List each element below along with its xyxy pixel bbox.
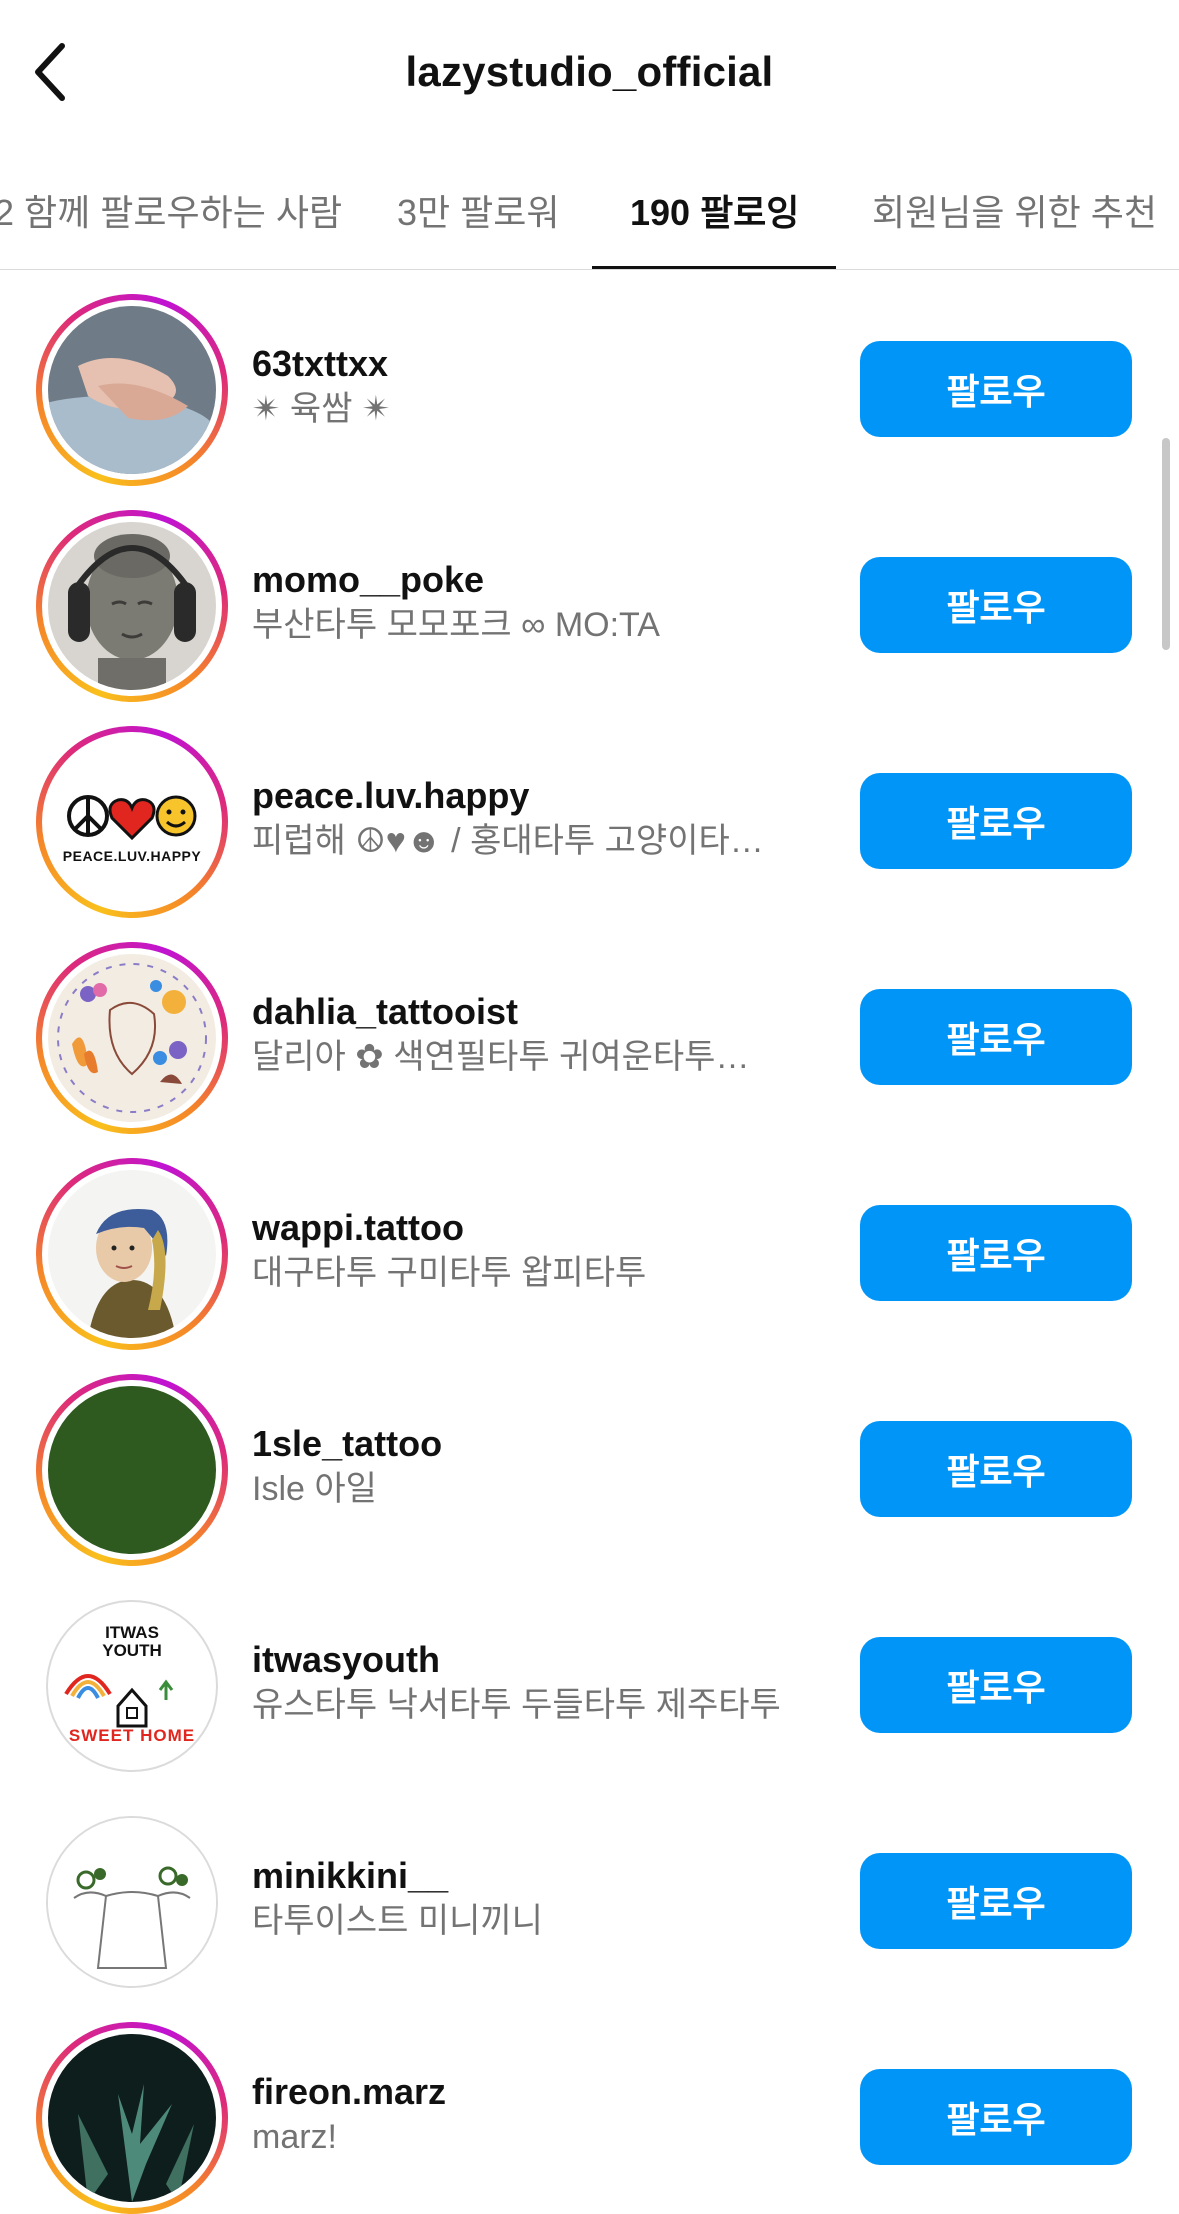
list-item[interactable]: ITWAS YOUTH SWEET HOME itwasyouth 유스타투 낙… (0, 1566, 1179, 1782)
account-subtitle: Isle 아일 (252, 1470, 377, 1508)
account-subtitle: 부산타투 모모포크 ∞ MO:TA (252, 606, 660, 644)
follow-button[interactable]: 팔로우 (860, 1853, 1132, 1949)
username[interactable]: itwasyouth (252, 1638, 812, 1682)
account-subtitle: 타투이스트 미니끼니 (252, 1902, 543, 1940)
avatar-story-ring[interactable] (36, 510, 228, 702)
username[interactable]: 1sle_tattoo (252, 1422, 812, 1466)
follow-button[interactable]: 팔로우 (860, 773, 1132, 869)
avatar-border[interactable] (46, 1816, 218, 1988)
account-subtitle: marz! (252, 2118, 337, 2156)
account-subtitle: 대구타투 구미타투 왑피타투 (252, 1254, 647, 1292)
page-title: lazystudio_official (405, 48, 774, 95)
avatar (48, 306, 216, 474)
username[interactable]: minikkini__ (252, 1854, 812, 1898)
avatar: ITWAS YOUTH SWEET HOME (48, 1602, 216, 1770)
list-item[interactable]: PEACE.LUV.HAPPY peace.luv.happy 피럽해 ☮♥☻ … (0, 702, 1179, 918)
tab-following[interactable]: 190 팔로잉 (630, 150, 799, 270)
account-subtitle: ✴ 육쌈 ✴ (252, 390, 391, 428)
avatar-logo-text: PEACE.LUV.HAPPY (62, 848, 202, 864)
header: lazystudio_official (0, 0, 1179, 150)
list-item[interactable]: wappi.tattoo 대구타투 구미타투 왑피타투 팔로우 (0, 1134, 1179, 1350)
avatar: PEACE.LUV.HAPPY (48, 738, 216, 906)
follow-button[interactable]: 팔로우 (860, 989, 1132, 1085)
list-item[interactable]: minikkini__ 타투이스트 미니끼니 팔로우 (0, 1782, 1179, 1998)
following-list: 63txttxx ✴ 육쌈 ✴ 팔로우 momo__poke 부산타투 모모포크… (0, 270, 1179, 2214)
follow-button[interactable]: 팔로우 (860, 341, 1132, 437)
list-item[interactable]: 1sle_tattoo Isle 아일 팔로우 (0, 1350, 1179, 1566)
username[interactable]: fireon.marz (252, 2070, 812, 2114)
avatar-story-ring[interactable] (36, 294, 228, 486)
tab-mutual-followers[interactable]: 2 함께 팔로우하는 사람 (0, 150, 342, 270)
account-subtitle: 피럽해 ☮♥☻ / 홍대타투 고양이타… (252, 822, 764, 860)
tab-suggested[interactable]: 회원님을 위한 추천 (872, 150, 1157, 270)
avatar-story-ring[interactable] (36, 2022, 228, 2214)
tab-followers[interactable]: 3만 팔로워 (397, 150, 560, 270)
account-subtitle: 유스타투 낙서타투 두들타투 제주타투 (252, 1686, 781, 1724)
username[interactable]: momo__poke (252, 558, 812, 602)
follow-button[interactable]: 팔로우 (860, 1205, 1132, 1301)
avatar (48, 2034, 216, 2202)
avatar (48, 522, 216, 690)
username[interactable]: dahlia_tattooist (252, 990, 812, 1034)
avatar (48, 954, 216, 1122)
avatar (48, 1818, 216, 1986)
list-item[interactable]: 63txttxx ✴ 육쌈 ✴ 팔로우 (0, 270, 1179, 486)
list-item[interactable]: momo__poke 부산타투 모모포크 ∞ MO:TA 팔로우 (0, 486, 1179, 702)
follow-button[interactable]: 팔로우 (860, 2069, 1132, 2165)
avatar-logo-text-bottom: SWEET HOME (68, 1726, 196, 1745)
avatar-border[interactable]: ITWAS YOUTH SWEET HOME (46, 1600, 218, 1772)
avatar-story-ring[interactable] (36, 1374, 228, 1566)
avatar-story-ring[interactable] (36, 942, 228, 1134)
tab-bar: 2 함께 팔로우하는 사람 3만 팔로워 190 팔로잉 회원님을 위한 추천 (0, 150, 1179, 270)
list-item[interactable]: fireon.marz marz! 팔로우 (0, 1998, 1179, 2214)
follow-button[interactable]: 팔로우 (860, 1421, 1132, 1517)
follow-button[interactable]: 팔로우 (860, 557, 1132, 653)
avatar (48, 1386, 216, 1554)
scrollbar[interactable] (1162, 438, 1170, 650)
avatar-story-ring[interactable] (36, 1158, 228, 1350)
active-tab-indicator (592, 266, 836, 269)
list-item[interactable]: dahlia_tattooist 달리아 ✿ 색연필타투 귀여운타투… 팔로우 (0, 918, 1179, 1134)
avatar-story-ring[interactable]: PEACE.LUV.HAPPY (36, 726, 228, 918)
account-subtitle: 달리아 ✿ 색연필타투 귀여운타투… (252, 1038, 750, 1076)
username[interactable]: peace.luv.happy (252, 774, 812, 818)
username[interactable]: 63txttxx (252, 342, 812, 386)
avatar (48, 1170, 216, 1338)
username[interactable]: wappi.tattoo (252, 1206, 812, 1250)
follow-button[interactable]: 팔로우 (860, 1637, 1132, 1733)
